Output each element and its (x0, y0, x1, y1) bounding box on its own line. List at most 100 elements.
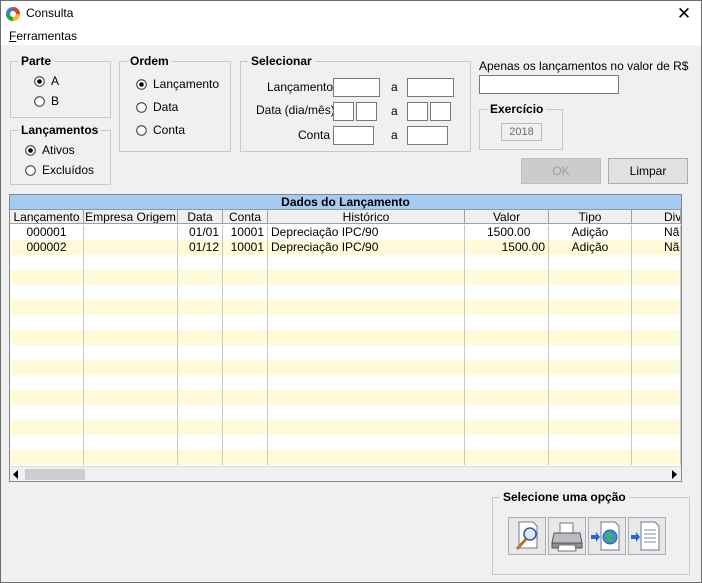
cell-empty (223, 435, 268, 450)
data-to-day-input[interactable] (407, 102, 428, 121)
cell-empty (10, 450, 84, 465)
radio-checked-icon (34, 75, 45, 87)
parte-radio-b[interactable]: B (34, 94, 59, 108)
cell-empty (84, 360, 178, 375)
cell-empty (465, 375, 549, 390)
cell-empty (178, 330, 223, 345)
table-row-empty[interactable] (10, 420, 681, 435)
cell-empty (549, 405, 632, 420)
data-from-day-input[interactable] (333, 102, 354, 121)
ordem-radio-data[interactable]: Data (136, 100, 178, 114)
table-row-empty[interactable] (10, 255, 681, 270)
cell-empty (178, 345, 223, 360)
ordem-radio-conta[interactable]: Conta (136, 123, 185, 137)
column-header-lancamento[interactable]: Lançamento (10, 210, 84, 224)
horizontal-scrollbar[interactable] (10, 466, 681, 481)
ok-button[interactable]: OK (521, 158, 601, 184)
magnifier-document-icon (515, 521, 538, 551)
table-row-empty[interactable] (10, 330, 681, 345)
scroll-thumb[interactable] (25, 469, 85, 480)
conta-to-input[interactable] (407, 126, 448, 145)
cell-empty (465, 330, 549, 345)
cell-empty (178, 285, 223, 300)
lancamentos-radio-excluidos[interactable]: Excluídos (25, 163, 94, 177)
radio-unchecked-icon (25, 164, 36, 176)
table-row-empty[interactable] (10, 360, 681, 375)
cell-empty (178, 360, 223, 375)
table-row-empty[interactable] (10, 450, 681, 465)
scroll-right-icon[interactable] (670, 470, 678, 479)
menu-ferramentas[interactable]: Ferramentas (9, 29, 77, 43)
column-header-valor[interactable]: Valor (465, 210, 549, 224)
lancamento-to-input[interactable] (407, 78, 454, 97)
export-file-button[interactable] (628, 517, 666, 555)
cell-empty (465, 450, 549, 465)
table-row-empty[interactable] (10, 315, 681, 330)
table-row-empty[interactable] (10, 375, 681, 390)
cell-empty (84, 405, 178, 420)
consulta-window: Consulta ✕ Ferramentas Parte A B Lançame… (0, 0, 702, 583)
scroll-left-icon[interactable] (12, 470, 20, 479)
cell-empty (84, 300, 178, 315)
table-row-empty[interactable] (10, 390, 681, 405)
data-from-month-input[interactable] (356, 102, 377, 121)
cell-empty (465, 345, 549, 360)
column-header-historico[interactable]: Histórico (268, 210, 465, 224)
cell-lancamento: 000001 (10, 225, 84, 240)
column-header-data[interactable]: Data (178, 210, 223, 224)
parte-radio-a[interactable]: A (34, 74, 59, 88)
cell-empty (223, 315, 268, 330)
column-header-conta[interactable]: Conta (223, 210, 268, 224)
lancamentos-radio-ativos[interactable]: Ativos (25, 143, 75, 157)
cell-empty (223, 300, 268, 315)
table-row-empty[interactable] (10, 285, 681, 300)
cell-empty (268, 450, 465, 465)
cell-empty (465, 315, 549, 330)
table-row[interactable]: 000002 01/12 10001 Depreciação IPC/90 15… (10, 240, 681, 255)
table-row[interactable]: 000001 01/01 10001 Depreciação IPC/90 15… (10, 225, 681, 240)
preview-button[interactable] (508, 517, 546, 555)
cell-empty (549, 360, 632, 375)
valor-filter-input[interactable] (479, 75, 619, 94)
table-row-empty[interactable] (10, 435, 681, 450)
cell-empty (268, 390, 465, 405)
limpar-button[interactable]: Limpar (608, 158, 688, 184)
lancamentos-grid: Dados do Lançamento Lançamento Empresa O… (9, 194, 682, 482)
app-icon (6, 7, 20, 21)
lancamento-from-input[interactable] (333, 78, 380, 97)
export-web-button[interactable] (588, 517, 626, 555)
cell-conta: 10001 (223, 240, 268, 255)
cell-empty (178, 450, 223, 465)
column-header-empresa-origem[interactable]: Empresa Origem (84, 210, 178, 224)
cell-empty (549, 345, 632, 360)
table-row-empty[interactable] (10, 300, 681, 315)
cell-empty (632, 330, 681, 345)
conta-from-input[interactable] (333, 126, 374, 145)
cell-empty (10, 315, 84, 330)
ordem-radio-lancamento[interactable]: Lançamento (136, 77, 219, 91)
table-row-empty[interactable] (10, 345, 681, 360)
cell-empty (268, 270, 465, 285)
radio-unchecked-icon (34, 95, 45, 107)
data-label: Data (dia/mês) (256, 103, 335, 117)
cell-empty (465, 285, 549, 300)
column-header-tipo[interactable]: Tipo (549, 210, 632, 224)
cell-empty (268, 375, 465, 390)
close-button[interactable]: ✕ (667, 1, 701, 27)
cell-empty (84, 315, 178, 330)
column-header-div[interactable]: Div (632, 210, 681, 224)
table-row-empty[interactable] (10, 270, 681, 285)
cell-empty (549, 300, 632, 315)
close-icon: ✕ (676, 4, 692, 23)
cell-empty (268, 360, 465, 375)
cell-empty (549, 450, 632, 465)
cell-empty (10, 285, 84, 300)
cell-empty (10, 375, 84, 390)
cell-empty (223, 450, 268, 465)
print-button[interactable] (548, 517, 586, 555)
parte-legend: Parte (21, 54, 52, 68)
table-row-empty[interactable] (10, 405, 681, 420)
data-to-month-input[interactable] (430, 102, 451, 121)
ordem-option-conta: Conta (153, 123, 186, 137)
cell-empty (549, 330, 632, 345)
